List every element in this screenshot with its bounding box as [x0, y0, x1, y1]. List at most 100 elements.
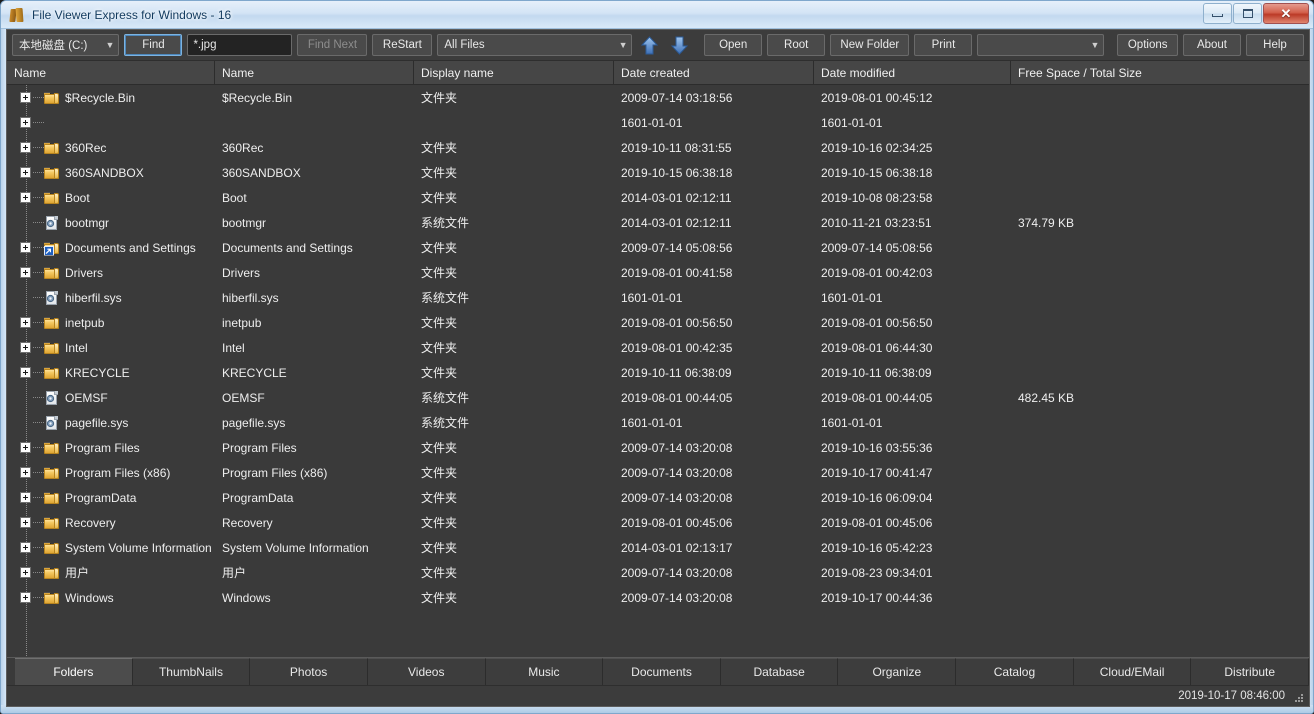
tab-music[interactable]: Music — [485, 658, 604, 685]
tab-photos[interactable]: Photos — [250, 658, 368, 685]
column-header-display-name[interactable]: Display name — [414, 61, 614, 84]
table-row[interactable]: 360Rec 360Rec 文件夹 2019-10-11 08:31:55 2019-1… — [7, 135, 1309, 160]
tab-folders[interactable]: Folders — [15, 658, 133, 685]
folder-icon — [44, 365, 60, 381]
expand-plus-icon[interactable] — [20, 517, 31, 528]
drive-select[interactable]: 本地磁盘 (C:) ▼ — [12, 34, 120, 56]
tab-videos[interactable]: Videos — [367, 658, 486, 685]
tab-documents[interactable]: Documents — [603, 658, 721, 685]
blank-select[interactable]: ▼ — [977, 34, 1105, 56]
display-name-cell: 文件夹 — [421, 366, 458, 380]
table-row[interactable]: bootmgr bootmgr 系统文件 2014-03-01 02:12:11 201… — [7, 210, 1309, 235]
open-button[interactable]: Open — [704, 34, 763, 56]
table-row[interactable]: KRECYCLE KRECYCLE 文件夹 2019-10-11 06:38:09 20… — [7, 360, 1309, 385]
tree-dash-lead — [33, 272, 44, 273]
find-button[interactable]: Find — [124, 34, 183, 56]
table-row[interactable]: Recovery Recovery 文件夹 2019-08-01 00:45:06 20… — [7, 510, 1309, 535]
expand-plus-icon[interactable] — [20, 167, 31, 178]
column-header-free-space[interactable]: Free Space / Total Size — [1011, 61, 1309, 84]
expand-plus-icon[interactable] — [20, 592, 31, 603]
move-down-button[interactable] — [667, 34, 691, 57]
expand-plus-icon[interactable] — [20, 467, 31, 478]
column-header-date-created[interactable]: Date created — [614, 61, 814, 84]
date-created-cell: 2019-08-01 00:42:35 — [621, 340, 733, 355]
about-button[interactable]: About — [1182, 34, 1241, 56]
table-row[interactable]: 360SANDBOX 360SANDBOX 文件夹 2019-10-15 06:38:… — [7, 160, 1309, 185]
display-name-cell: 系统文件 — [421, 416, 470, 430]
client-area: 本地磁盘 (C:) ▼ Find Find Next ReStart All F… — [6, 29, 1310, 707]
file-filter-select[interactable]: All Files ▼ — [437, 34, 633, 56]
expand-plus-icon[interactable] — [20, 117, 31, 128]
tab-cloud-email[interactable]: Cloud/EMail — [1073, 658, 1192, 685]
file-name-label: System Volume Information — [65, 540, 212, 555]
tab-organize[interactable]: Organize — [838, 658, 957, 685]
file-name-tree-cell: Documents and Settings — [7, 235, 215, 260]
tree-dash-lead — [33, 97, 44, 98]
expand-plus-icon[interactable] — [20, 542, 31, 553]
options-button[interactable]: Options — [1117, 34, 1178, 56]
root-button[interactable]: Root — [767, 34, 826, 56]
table-row[interactable]: $Recycle.Bin $Recycle.Bin 文件夹 2009-07-14 03… — [7, 85, 1309, 110]
close-button[interactable]: ✕ — [1263, 3, 1309, 24]
system-file-icon — [44, 290, 60, 306]
new-folder-button[interactable]: New Folder — [830, 34, 910, 56]
maximize-icon — [1242, 9, 1253, 18]
title-bar[interactable]: File Viewer Express for Windows - 16 ✕ — [1, 1, 1313, 29]
books-icon — [9, 7, 25, 23]
tab-database[interactable]: Database — [720, 658, 839, 685]
table-row[interactable]: hiberfil.sys hiberfil.sys 系统文件 1601-01-01 16… — [7, 285, 1309, 310]
print-button[interactable]: Print — [914, 34, 973, 56]
tab-distribute[interactable]: Distribute — [1191, 658, 1310, 685]
table-row[interactable]: 用户 用户 文件夹 2009-07-14 03:20:08 2019-08-23 09:… — [7, 560, 1309, 585]
folder-icon — [44, 340, 60, 356]
find-next-button[interactable]: Find Next — [297, 34, 368, 56]
tab-thumbnails[interactable]: ThumbNails — [132, 658, 251, 685]
table-row[interactable]: ProgramData ProgramData 文件夹 2009-07-14 03:2… — [7, 485, 1309, 510]
free-space-cell — [1011, 510, 1309, 535]
table-row[interactable]: Intel Intel 文件夹 2019-08-01 00:42:35 2019-08-… — [7, 335, 1309, 360]
expand-plus-icon[interactable] — [20, 567, 31, 578]
table-row[interactable]: inetpub inetpub 文件夹 2019-08-01 00:56:50 2019… — [7, 310, 1309, 335]
file-list[interactable]: $Recycle.Bin $Recycle.Bin 文件夹 2009-07-14 03… — [7, 85, 1309, 657]
table-row[interactable]: OEMSF OEMSF 系统文件 2019-08-01 00:44:05 2019-08… — [7, 385, 1309, 410]
help-button[interactable]: Help — [1245, 34, 1304, 56]
expand-plus-icon[interactable] — [20, 142, 31, 153]
display-name-cell: 文件夹 — [421, 516, 458, 530]
folder-icon — [44, 590, 60, 606]
column-header-name-tree[interactable]: Name — [7, 61, 215, 84]
expand-plus-icon[interactable] — [20, 267, 31, 278]
date-created-cell: 1601-01-01 — [621, 290, 683, 305]
table-row[interactable]: Windows Windows 文件夹 2009-07-14 03:20:08 2019… — [7, 585, 1309, 610]
column-header-name[interactable]: Name — [215, 61, 414, 84]
resize-grip-icon[interactable] — [1292, 691, 1303, 702]
column-header-row: Name Name Display name Date created Date… — [7, 61, 1309, 85]
maximize-button[interactable] — [1233, 3, 1262, 24]
table-row[interactable]: Program Files (x86) Program Files (x86) 文件… — [7, 460, 1309, 485]
table-row[interactable]: Drivers Drivers 文件夹 2019-08-01 00:41:58 2019… — [7, 260, 1309, 285]
table-row[interactable]: Documents and Settings Documents and Sett… — [7, 235, 1309, 260]
expand-plus-icon[interactable] — [20, 442, 31, 453]
expand-plus-icon[interactable] — [20, 92, 31, 103]
table-row[interactable]: pagefile.sys pagefile.sys 系统文件 1601-01-01 16… — [7, 410, 1309, 435]
expand-plus-icon[interactable] — [20, 492, 31, 503]
search-input[interactable] — [187, 34, 293, 56]
tab-catalog[interactable]: Catalog — [956, 658, 1074, 685]
move-up-button[interactable] — [637, 34, 661, 57]
date-created-cell: 2009-07-14 03:20:08 — [621, 590, 733, 605]
table-row[interactable]: 1601-01-01 1601-01-01 — [7, 110, 1309, 135]
table-row[interactable]: Boot Boot 文件夹 2014-03-01 02:12:11 2019-10-08… — [7, 185, 1309, 210]
table-row[interactable]: Program Files Program Files 文件夹 2009-07-14 … — [7, 435, 1309, 460]
restart-button[interactable]: ReStart — [372, 34, 433, 56]
column-header-date-modified[interactable]: Date modified — [814, 61, 1011, 84]
expand-plus-icon[interactable] — [20, 192, 31, 203]
expand-plus-icon[interactable] — [20, 317, 31, 328]
table-row[interactable]: System Volume Information System Volume I… — [7, 535, 1309, 560]
expand-plus-icon[interactable] — [20, 367, 31, 378]
expand-plus-icon[interactable] — [20, 342, 31, 353]
minimize-button[interactable] — [1203, 3, 1232, 24]
date-modified-cell: 2019-10-16 05:42:23 — [821, 540, 933, 555]
folder-icon — [44, 515, 60, 531]
display-name-cell: 文件夹 — [421, 441, 458, 455]
expand-plus-icon[interactable] — [20, 242, 31, 253]
tab-bar: Folders ThumbNails Photos Videos Music Docume… — [7, 657, 1310, 685]
